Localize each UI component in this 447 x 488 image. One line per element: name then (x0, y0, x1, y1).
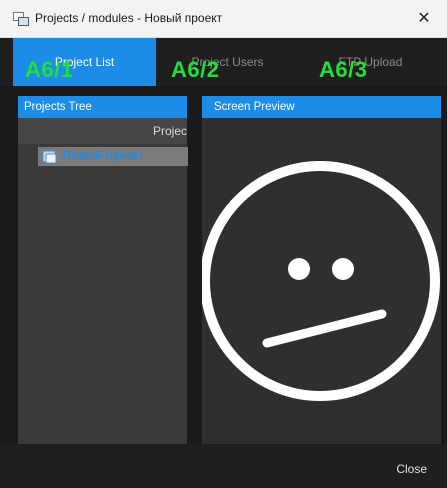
content-area: Projects Tree Projec Новый проект Screen… (0, 86, 447, 444)
tab-project-list[interactable]: Project List (13, 38, 156, 86)
tab-ftp-upload-label: FTP Upload (338, 55, 403, 69)
tree-item-project[interactable]: Новый проект (38, 147, 188, 166)
projects-tree-header: Projects Tree (18, 96, 187, 118)
title-bar: Projects / modules - Новый проект ✕ (0, 0, 447, 38)
window-title: Projects / modules - Новый проект (35, 11, 223, 25)
tab-bar: Project List Project Users FTP Upload A6… (0, 38, 447, 86)
app-icon (13, 12, 29, 26)
close-button[interactable]: Close (396, 462, 427, 476)
projects-tree-panel: Projects Tree Projec Новый проект (18, 96, 188, 444)
tree-column-header: Projec (18, 118, 187, 144)
project-icon (42, 150, 57, 164)
tab-project-list-label: Project List (54, 55, 115, 69)
tab-project-users[interactable]: Project Users (156, 38, 299, 86)
tree-item-label: Новый проект (63, 150, 145, 162)
footer-bar: Close (0, 444, 447, 488)
neutral-face-icon (202, 161, 440, 401)
screen-preview-header: Screen Preview (202, 96, 441, 118)
tab-ftp-upload[interactable]: FTP Upload (299, 38, 442, 86)
screen-preview-panel: Screen Preview (202, 96, 441, 444)
window-close-button[interactable]: ✕ (401, 0, 447, 38)
tab-project-users-label: Project Users (191, 55, 264, 69)
preview-area (202, 118, 441, 444)
